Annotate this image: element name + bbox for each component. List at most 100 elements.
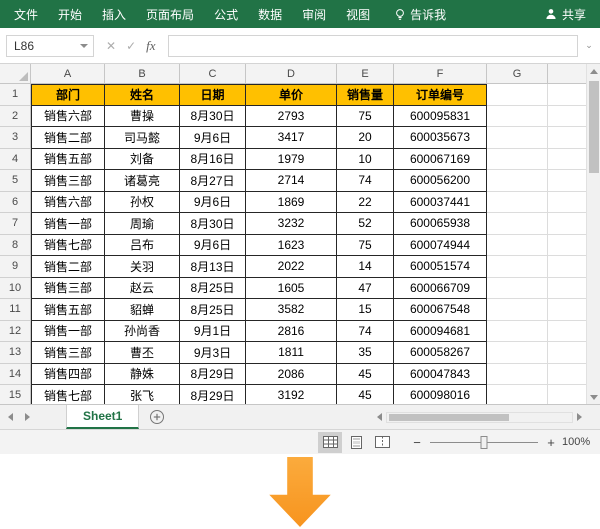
zoom-out-button[interactable]: − (410, 435, 424, 450)
cell[interactable]: 22 (337, 192, 394, 214)
cell[interactable] (487, 106, 548, 128)
vertical-scrollbar[interactable] (586, 64, 600, 404)
cell[interactable] (487, 192, 548, 214)
cell[interactable] (487, 235, 548, 257)
page-break-preview-button[interactable] (370, 432, 394, 453)
column-header-A[interactable]: A (31, 64, 105, 84)
column-header-F[interactable]: F (394, 64, 487, 84)
cell[interactable]: 赵云 (105, 278, 180, 300)
ribbon-tab-file[interactable]: 文件 (4, 0, 48, 28)
cell[interactable] (487, 256, 548, 278)
zoom-in-button[interactable]: + (544, 435, 558, 450)
cell[interactable] (487, 213, 548, 235)
row-header-5[interactable]: 5 (0, 170, 31, 192)
ribbon-tab-home[interactable]: 开始 (48, 0, 92, 28)
cell[interactable] (487, 342, 548, 364)
zoom-slider[interactable] (430, 436, 538, 449)
ribbon-tab-insert[interactable]: 插入 (92, 0, 136, 28)
sheet-tab-sheet1[interactable]: Sheet1 (66, 405, 139, 429)
cell[interactable]: 销售三部 (31, 278, 105, 300)
ribbon-tab-formulas[interactable]: 公式 (204, 0, 248, 28)
horizontal-scrollbar[interactable] (377, 412, 582, 423)
cell[interactable]: 诸葛亮 (105, 170, 180, 192)
cell[interactable]: 销售三部 (31, 342, 105, 364)
column-header-E[interactable]: E (337, 64, 394, 84)
cell[interactable]: 3417 (246, 127, 337, 149)
cell[interactable]: 600067548 (394, 299, 487, 321)
cell[interactable] (487, 385, 548, 404)
ribbon-tab-view[interactable]: 视图 (336, 0, 380, 28)
row-header-2[interactable]: 2 (0, 106, 31, 128)
cell[interactable]: 销售五部 (31, 149, 105, 171)
cell[interactable]: 1811 (246, 342, 337, 364)
ribbon-tab-data[interactable]: 数据 (248, 0, 292, 28)
cell[interactable]: 600066709 (394, 278, 487, 300)
insert-function-button[interactable]: fx (146, 38, 155, 54)
cell[interactable]: 14 (337, 256, 394, 278)
scroll-right-icon[interactable] (577, 413, 582, 421)
scroll-left-icon[interactable] (377, 413, 382, 421)
cell[interactable]: 貂蝉 (105, 299, 180, 321)
cell[interactable] (487, 278, 548, 300)
name-box[interactable]: L86 (6, 35, 94, 57)
formula-input[interactable] (168, 35, 578, 57)
cell[interactable]: 销售二部 (31, 127, 105, 149)
row-header-14[interactable]: 14 (0, 364, 31, 386)
name-box-dropdown-icon[interactable] (80, 44, 88, 48)
cell[interactable]: 45 (337, 364, 394, 386)
cell[interactable]: 曹丕 (105, 342, 180, 364)
cell[interactable]: 75 (337, 235, 394, 257)
cell[interactable]: 9月1日 (180, 321, 246, 343)
cell[interactable]: 孙尚香 (105, 321, 180, 343)
column-header-G[interactable]: G (487, 64, 548, 84)
cell[interactable]: 司马懿 (105, 127, 180, 149)
cell[interactable]: 9月6日 (180, 235, 246, 257)
cell[interactable]: 刘备 (105, 149, 180, 171)
cell[interactable]: 1605 (246, 278, 337, 300)
cell[interactable]: 销售六部 (31, 192, 105, 214)
cell[interactable]: 52 (337, 213, 394, 235)
cell[interactable]: 2086 (246, 364, 337, 386)
ribbon-tab-page-layout[interactable]: 页面布局 (136, 0, 204, 28)
page-layout-view-button[interactable] (344, 432, 368, 453)
table-header-cell[interactable]: 部门 (31, 84, 105, 106)
cell[interactable]: 销售四部 (31, 364, 105, 386)
cell[interactable]: 关羽 (105, 256, 180, 278)
vertical-scrollbar-thumb[interactable] (589, 81, 599, 173)
cell[interactable]: 8月13日 (180, 256, 246, 278)
cell[interactable]: 9月3日 (180, 342, 246, 364)
cell[interactable]: 8月25日 (180, 278, 246, 300)
cell[interactable]: 600074944 (394, 235, 487, 257)
cell[interactable]: 8月29日 (180, 364, 246, 386)
row-header-13[interactable]: 13 (0, 342, 31, 364)
row-header-15[interactable]: 15 (0, 385, 31, 404)
cell[interactable] (487, 149, 548, 171)
cell[interactable]: 3232 (246, 213, 337, 235)
cell[interactable]: 600035673 (394, 127, 487, 149)
cell[interactable]: 600037441 (394, 192, 487, 214)
cell[interactable]: 3582 (246, 299, 337, 321)
expand-formula-bar-icon[interactable]: ⌄ (582, 40, 596, 51)
cell[interactable]: 47 (337, 278, 394, 300)
column-header-C[interactable]: C (180, 64, 246, 84)
cell[interactable]: 600067169 (394, 149, 487, 171)
cell[interactable]: 10 (337, 149, 394, 171)
cell[interactable] (487, 299, 548, 321)
cell[interactable]: 张飞 (105, 385, 180, 404)
cell[interactable]: 销售五部 (31, 299, 105, 321)
table-header-cell[interactable]: 订单编号 (394, 84, 487, 106)
horizontal-scrollbar-thumb[interactable] (389, 414, 509, 421)
row-header-4[interactable]: 4 (0, 149, 31, 171)
column-header-D[interactable]: D (246, 64, 337, 84)
cell[interactable]: 1623 (246, 235, 337, 257)
cell[interactable]: 吕布 (105, 235, 180, 257)
cell[interactable]: 1869 (246, 192, 337, 214)
cell[interactable]: 8月27日 (180, 170, 246, 192)
cell[interactable]: 销售六部 (31, 106, 105, 128)
cancel-button[interactable]: ✕ (106, 39, 116, 53)
cell[interactable] (487, 321, 548, 343)
cell[interactable]: 销售三部 (31, 170, 105, 192)
cell[interactable]: 2793 (246, 106, 337, 128)
cell[interactable]: 20 (337, 127, 394, 149)
row-header-12[interactable]: 12 (0, 321, 31, 343)
